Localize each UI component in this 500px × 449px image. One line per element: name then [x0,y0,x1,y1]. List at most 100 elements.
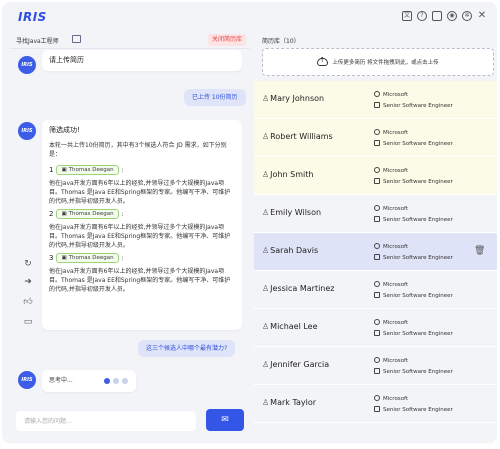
candidate-header: 2 ▣ Thomas Deegan : [49,209,235,219]
resume-company: Microsoft [374,167,408,174]
resume-name-text: John Smith [270,170,314,179]
document-icon: ▣ [61,254,67,261]
close-library-button[interactable]: 关闭简历库 [207,34,246,46]
trash-icon[interactable]: 🗑︎ [474,246,485,256]
title-bar: IRIS 文 ? ◉ ✲ ✕ [2,2,497,30]
resume-title: Senior Software Engineer [374,140,453,147]
send-button[interactable]: ✉ [206,409,244,431]
thinking-text: 思考中... [49,377,73,384]
thumbs-up-icon[interactable]: 👍︎ [22,296,34,308]
resume-name: ♙John Smith [262,170,313,179]
input-area: ✉ [8,405,248,437]
resume-name-text: Jessica Martinez [270,284,335,293]
divider [10,48,250,49]
globe-icon [374,319,380,325]
candidate-chip[interactable]: ▣ Thomas Deegan [56,165,119,175]
resume-row[interactable]: ♙Mary Johnson Microsoft Senior Software … [254,81,497,119]
title-text: Senior Software Engineer [383,179,453,185]
globe-icon [374,395,380,401]
candidate-number: 2 [49,209,54,218]
bot-avatar: IRIS [18,371,36,389]
cloud-upload-icon [317,56,329,66]
upload-text: 上传更多简历 将文件拖拽到此，或点击上传 [332,60,439,66]
forward-icon[interactable]: ➜ [22,276,34,288]
thinking-message: 思考中... [42,370,136,392]
send-icon: ✉ [221,415,229,425]
project-switch-icon[interactable] [72,35,81,43]
resume-row[interactable]: ♙Jennifer Garcia Microsoft Senior Softwa… [254,347,497,385]
title-text: Senior Software Engineer [383,369,453,375]
chat-header: 寻找Java工程师 关闭简历库 [16,34,246,48]
loading-dot [122,378,128,384]
chat-panel: 寻找Java工程师 关闭简历库 IRIS 请上传简历 已上传 10份简历 IRI… [2,30,254,443]
document-icon: ▣ [61,210,67,217]
close-icon[interactable]: ✕ [477,11,487,21]
resume-name-text: Mark Taylor [270,398,317,407]
upload-content: 上传更多简历 将文件拖拽到此，或点击上传 [263,49,493,75]
resume-title: Senior Software Engineer [374,102,453,109]
loading-dots [104,378,128,384]
colon: : [121,166,124,174]
bot-avatar: IRIS [18,56,36,74]
briefcase-icon [374,102,380,108]
loading-dot [104,378,110,384]
resume-company: Microsoft [374,243,408,250]
globe-icon [374,281,380,287]
candidate-name: Thomas Deegan [68,254,114,261]
resume-row[interactable]: ♙Robert Williams Microsoft Senior Softwa… [254,119,497,157]
translate-icon[interactable]: 文 [402,11,412,21]
briefcase-icon [374,216,380,222]
candidate-name: Thomas Deegan [68,210,114,217]
resume-name-text: Michael Lee [270,322,318,331]
person-icon: ♙ [262,284,270,293]
person-icon: ♙ [262,132,270,141]
library-title: 简历库（10） [262,38,300,45]
settings-icon[interactable]: ✲ [462,11,472,21]
company-text: Microsoft [383,282,409,288]
candidate-description: 他在Java开发方面有6年以上的经验,并领导过多个大规模的Java项目。Thom… [49,268,231,293]
resume-name: ♙Sarah Davis [262,246,318,255]
candidate-chip[interactable]: ▣ Thomas Deegan [56,253,119,263]
briefcase-icon [374,368,380,374]
resume-name-text: Jennifer Garcia [270,360,330,369]
project-name: 寻找Java工程师 [16,38,59,45]
resume-row[interactable]: ♙Emily Wilson Microsoft Senior Software … [254,195,497,233]
candidate-description: 他在Java开发方面有6年以上的经验,并领导过多个大规模的Java项目。Thom… [49,224,231,249]
resume-row[interactable]: ♙John Smith Microsoft Senior Software En… [254,157,497,195]
person-icon: ♙ [262,208,270,217]
resume-name-text: Mary Johnson [270,94,325,103]
message-input[interactable] [16,411,196,431]
user-icon[interactable]: ◉ [447,11,457,21]
company-text: Microsoft [383,130,409,136]
result-intro: 本轮一共上传10份简历，其中有3个候选人符合 JD 需求，如下分别是： [49,142,227,158]
window-controls: 文 ? ◉ ✲ ✕ [402,11,487,21]
refresh-icon[interactable]: ↻ [22,258,34,270]
upload-dropzone[interactable]: 上传更多简历 将文件拖拽到此，或点击上传 [262,48,494,76]
globe-icon [374,167,380,173]
globe-icon [374,243,380,249]
resume-row[interactable]: ♙Jessica Martinez Microsoft Senior Softw… [254,271,497,309]
app-window: IRIS 文 ? ◉ ✲ ✕ 寻找Java工程师 关闭简历库 IRIS 请上传简… [2,2,497,443]
resume-row-selected[interactable]: ♙Sarah Davis Microsoft Senior Software E… [254,233,497,271]
resume-name-text: Emily Wilson [270,208,322,217]
candidate-chip[interactable]: ▣ Thomas Deegan [56,209,119,219]
resume-name: ♙Jessica Martinez [262,284,335,293]
title-text: Senior Software Engineer [383,407,453,413]
title-text: Senior Software Engineer [383,141,453,147]
resume-row[interactable]: ♙Michael Lee Microsoft Senior Software E… [254,309,497,347]
resume-name-text: Robert Williams [270,132,333,141]
document-icon: ▣ [61,166,67,173]
resume-row[interactable]: ♙Mark Taylor Microsoft Senior Software E… [254,385,497,423]
user-message: 已上传 10份简历 [184,89,246,106]
globe-icon [374,205,380,211]
company-text: Microsoft [383,244,409,250]
resume-name: ♙Robert Williams [262,132,333,141]
monitor-icon[interactable] [432,11,442,21]
comment-icon[interactable]: ▭ [22,316,34,328]
person-icon: ♙ [262,322,270,331]
briefcase-icon [374,330,380,336]
help-icon[interactable]: ? [417,11,427,21]
briefcase-icon [374,254,380,260]
candidate-name: Thomas Deegan [68,166,114,173]
resume-title: Senior Software Engineer [374,292,453,299]
